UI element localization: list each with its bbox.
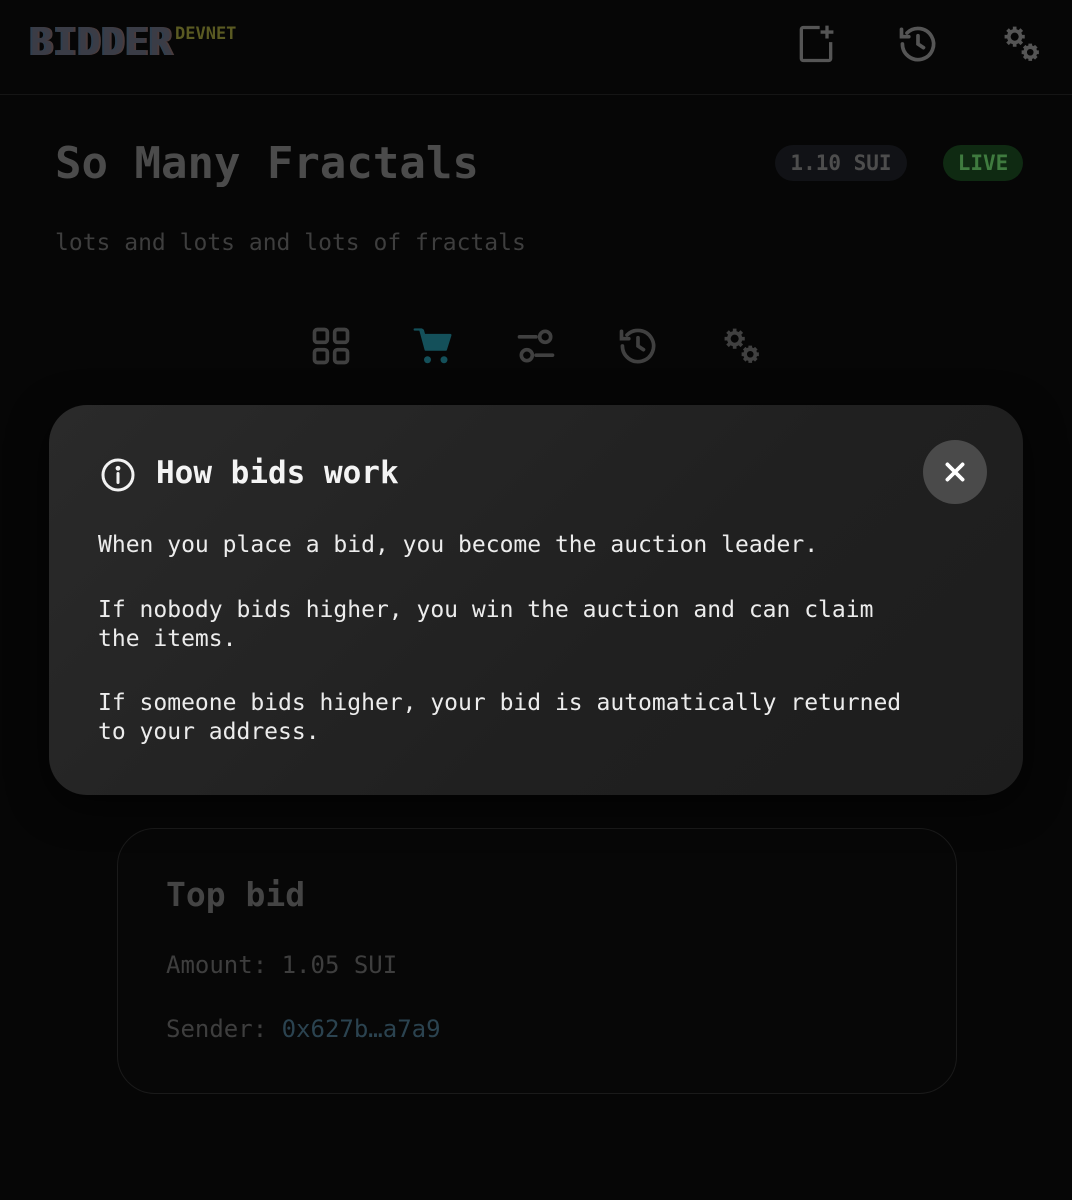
status-badge: LIVE — [943, 145, 1023, 181]
new-auction-icon[interactable] — [794, 22, 838, 66]
filter-icon[interactable] — [514, 324, 558, 368]
grid-icon[interactable] — [309, 324, 353, 368]
settings-icon[interactable] — [720, 324, 764, 368]
app-logo[interactable]: BIDDER — [30, 20, 173, 64]
close-button[interactable] — [923, 440, 987, 504]
bid-amount-label: Amount: — [166, 951, 268, 979]
top-header: BIDDER DEVNET — [0, 0, 1072, 95]
how-bids-work-modal: How bids work When you place a bid, you … — [49, 405, 1023, 795]
settings-icon[interactable] — [1000, 22, 1044, 66]
close-icon — [945, 462, 965, 482]
bid-amount-value: 1.05 SUI — [281, 951, 398, 979]
modal-paragraph: If someone bids higher, your bid is auto… — [98, 690, 902, 745]
history-icon[interactable] — [896, 22, 940, 66]
bid-sender-row: Sender: 0x627b…a7a9 — [166, 1015, 441, 1043]
auction-title: So Many Fractals — [55, 138, 479, 189]
network-badge: DEVNET — [175, 24, 237, 44]
bid-amount-row: Amount: 1.05 SUI — [166, 951, 397, 979]
price-badge: 1.10 SUI — [775, 145, 907, 181]
auction-description: lots and lots and lots of fractals — [55, 230, 526, 256]
modal-title: How bids work — [156, 455, 399, 491]
modal-paragraph: If nobody bids higher, you win the aucti… — [98, 597, 874, 652]
top-bid-card: Top bid Amount: 1.05 SUI Sender: 0x627b…… — [117, 828, 957, 1094]
modal-paragraph: When you place a bid, you become the auc… — [98, 532, 819, 558]
app-page: BIDDER DEVNET So Many Fractals 1.10 SUI … — [0, 0, 1072, 1200]
cart-icon[interactable] — [411, 324, 455, 368]
bid-sender-address[interactable]: 0x627b…a7a9 — [282, 1015, 441, 1043]
history-icon[interactable] — [616, 324, 660, 368]
info-icon — [100, 457, 136, 493]
bid-sender-label: Sender: — [166, 1015, 268, 1043]
top-bid-title: Top bid — [166, 875, 306, 914]
